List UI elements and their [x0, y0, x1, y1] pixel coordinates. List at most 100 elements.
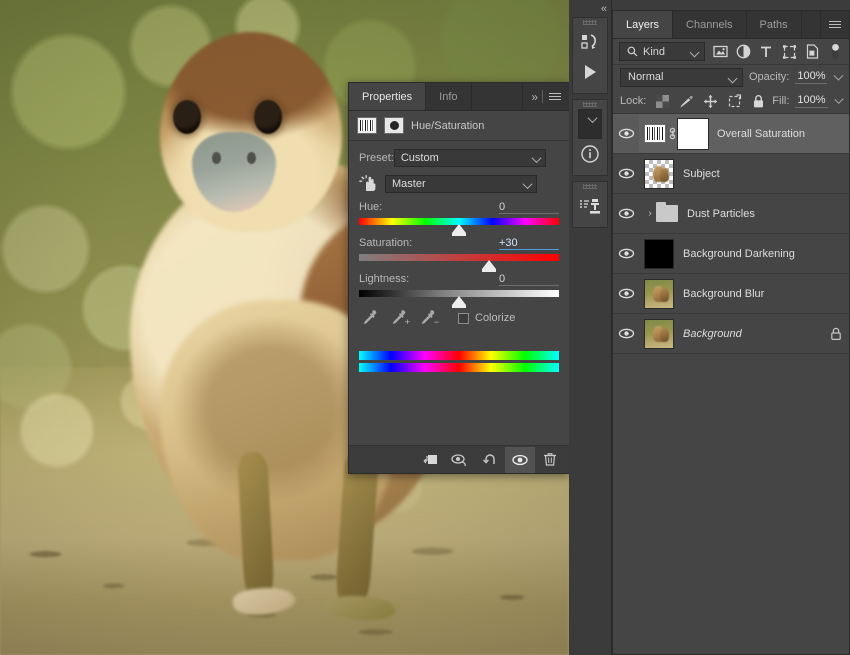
layer-visibility-toggle[interactable]	[613, 168, 639, 179]
layer-row-overall-saturation[interactable]: Overall Saturation	[613, 114, 849, 154]
collapse-dock-icon[interactable]: «	[569, 0, 611, 17]
fill-value[interactable]: 100%	[795, 94, 827, 108]
layer-name[interactable]: Overall Saturation	[717, 128, 849, 140]
dock-grip[interactable]	[573, 100, 607, 109]
colorize-control[interactable]: Colorize	[458, 312, 515, 324]
layer-visibility-toggle[interactable]	[613, 248, 639, 259]
lightness-value[interactable]: 0	[499, 273, 559, 286]
hue-range-bars	[359, 351, 559, 372]
dock-grip[interactable]	[573, 182, 607, 191]
layer-name[interactable]: Background Darkening	[683, 248, 849, 260]
layer-row-dust-particles[interactable]: › Dust Particles	[613, 194, 849, 234]
hue-slider-track[interactable]	[359, 218, 559, 225]
layer-thumbnail[interactable]	[644, 279, 674, 309]
filter-adjustment-icon[interactable]	[736, 43, 751, 60]
filter-enable-toggle[interactable]	[828, 43, 843, 60]
layer-thumbnail[interactable]	[644, 159, 674, 189]
layer-name[interactable]: Background	[683, 328, 823, 340]
layer-mask-icon[interactable]	[384, 117, 404, 134]
preset-select[interactable]: Custom	[394, 149, 546, 167]
on-image-adjustment-icon[interactable]	[359, 174, 379, 194]
layer-content[interactable]: › Dust Particles	[639, 194, 849, 233]
fill-chevron-down-icon[interactable]	[834, 95, 844, 105]
filter-pixel-icon[interactable]	[713, 43, 728, 60]
hue-slider-block: Hue: 0	[359, 201, 559, 225]
blend-mode-select[interactable]: Normal	[620, 68, 743, 87]
layer-row-background-blur[interactable]: Background Blur	[613, 274, 849, 314]
libraries-icon[interactable]	[573, 27, 607, 57]
hue-value[interactable]: 0	[499, 201, 559, 214]
properties-menu-icon[interactable]	[549, 93, 561, 100]
tab-layers[interactable]: Layers	[613, 11, 673, 38]
lightness-slider-thumb[interactable]	[452, 296, 466, 305]
eyedropper-icon[interactable]	[361, 309, 377, 327]
filter-kind-select[interactable]: Kind	[619, 42, 705, 61]
hue-label: Hue:	[359, 201, 382, 213]
lock-transparency-icon[interactable]	[655, 94, 670, 109]
view-previous-state-button[interactable]	[445, 447, 475, 473]
layer-content[interactable]: Background Blur	[639, 274, 849, 313]
layer-row-subject[interactable]: Subject	[613, 154, 849, 194]
layer-row-background[interactable]: Background	[613, 314, 849, 354]
layer-thumbnail[interactable]	[644, 239, 674, 269]
clone-source-icon[interactable]	[573, 191, 607, 221]
link-icon[interactable]	[666, 127, 678, 140]
chevron-right-icon[interactable]: ›	[644, 208, 656, 219]
play-icon[interactable]	[573, 57, 607, 87]
layer-visibility-toggle[interactable]	[613, 328, 639, 339]
saturation-slider-track[interactable]	[359, 254, 559, 261]
delete-adjustment-button[interactable]	[535, 447, 565, 473]
lock-position-icon[interactable]	[703, 94, 718, 109]
preset-row: Preset: Custom	[359, 149, 559, 167]
filter-type-icon[interactable]	[759, 43, 774, 60]
layer-name[interactable]: Background Blur	[683, 288, 849, 300]
filter-smartobject-icon[interactable]	[805, 43, 820, 60]
opacity-chevron-down-icon[interactable]	[834, 71, 844, 81]
layer-content[interactable]: Background	[639, 314, 849, 353]
tab-paths[interactable]: Paths	[747, 11, 802, 38]
layer-thumbnail[interactable]	[644, 319, 674, 349]
layer-content[interactable]: Background Darkening	[639, 234, 849, 273]
layer-visibility-toggle[interactable]	[613, 128, 639, 139]
eyedropper-subtract-icon[interactable]: −	[419, 309, 435, 327]
channel-select[interactable]: Master	[385, 175, 537, 193]
layer-name[interactable]: Dust Particles	[687, 208, 849, 220]
eyedropper-add-icon[interactable]: +	[390, 309, 406, 327]
group-folder-icon[interactable]	[656, 205, 678, 222]
layer-name[interactable]: Subject	[683, 168, 849, 180]
layers-tab-bar: Layers Channels Paths	[613, 11, 849, 39]
lightness-slider-track[interactable]	[359, 290, 559, 297]
expand-panel-icon[interactable]: »	[531, 90, 536, 104]
colorize-checkbox[interactable]	[458, 313, 469, 324]
hue-slider-thumb[interactable]	[452, 224, 466, 233]
lightness-label: Lightness:	[359, 273, 409, 285]
reset-button[interactable]	[475, 447, 505, 473]
toggle-visibility-button[interactable]	[505, 447, 535, 473]
layers-list[interactable]: Overall Saturation Subject	[613, 113, 849, 654]
eyedropper-subtract-sign: −	[434, 318, 439, 327]
layers-menu-icon[interactable]	[829, 21, 841, 28]
info-icon[interactable]	[573, 139, 607, 169]
lock-all-icon[interactable]	[751, 94, 766, 109]
layer-mask-thumbnail[interactable]	[678, 119, 708, 149]
layer-visibility-toggle[interactable]	[613, 288, 639, 299]
opacity-value[interactable]: 100%	[795, 70, 827, 84]
adjustments-icon[interactable]	[578, 109, 602, 139]
dock-grip[interactable]	[573, 18, 607, 27]
hue-range-bar-result[interactable]	[359, 363, 559, 372]
layer-visibility-toggle[interactable]	[613, 208, 639, 219]
toolbar-divider	[542, 90, 543, 103]
tab-channels[interactable]: Channels	[673, 11, 746, 38]
lock-artboard-icon[interactable]	[727, 94, 742, 109]
saturation-slider-thumb[interactable]	[482, 260, 496, 269]
layer-content[interactable]: Subject	[639, 154, 849, 193]
tab-info[interactable]: Info	[426, 83, 471, 110]
tab-properties[interactable]: Properties	[349, 83, 426, 110]
lock-image-icon[interactable]	[679, 94, 694, 109]
filter-shape-icon[interactable]	[782, 43, 797, 60]
layer-row-background-darkening[interactable]: Background Darkening	[613, 234, 849, 274]
layer-thumbnail-adjustment[interactable]	[644, 124, 666, 143]
layer-content[interactable]: Overall Saturation	[639, 114, 849, 153]
clip-to-layer-button[interactable]	[415, 447, 445, 473]
saturation-value[interactable]: +30	[499, 237, 559, 250]
